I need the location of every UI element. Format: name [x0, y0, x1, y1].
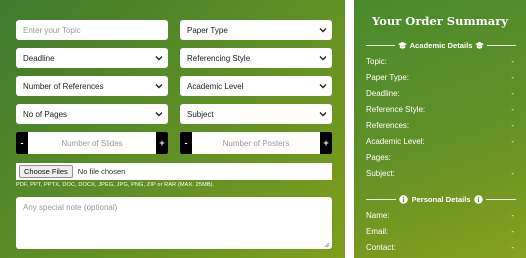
- academic-details-header: Academic Details: [366, 39, 517, 51]
- posters-input[interactable]: Number of Posters: [192, 139, 320, 148]
- chevron-down-icon: [318, 53, 328, 63]
- summary-value: -: [511, 73, 514, 82]
- posters-plus-button[interactable]: +: [320, 132, 332, 154]
- summary-label: Topic:: [366, 57, 387, 66]
- number-of-references-value: Number of References: [23, 81, 104, 91]
- summary-value: -: [511, 121, 514, 130]
- summary-row-pages: Pages:: [366, 153, 514, 162]
- summary-title: Your Order Summary: [372, 14, 508, 28]
- summary-row-references: References: -: [366, 121, 514, 130]
- summary-label: Deadline:: [366, 89, 400, 98]
- info-icon: [473, 194, 483, 204]
- subject-select[interactable]: Subject: [180, 104, 332, 124]
- summary-row-paper-type: Paper Type: -: [366, 73, 514, 82]
- summary-value: -: [511, 57, 514, 66]
- no-of-pages-select[interactable]: No of Pages: [16, 104, 168, 124]
- special-note-textarea[interactable]: Any special note (optional): [16, 197, 332, 249]
- summary-row-name: Name: -: [366, 211, 514, 220]
- divider: [487, 44, 517, 46]
- subject-value: Subject: [187, 109, 214, 119]
- summary-row-reference-style: Reference Style: -: [366, 105, 514, 114]
- referencing-style-select[interactable]: Referencing Style: [180, 48, 332, 68]
- posters-stepper[interactable]: - Number of Posters +: [180, 132, 332, 154]
- referencing-style-value: Referencing Style: [187, 53, 251, 63]
- order-form-panel: Enter your Topic Paper Type Deadline Ref…: [0, 0, 345, 258]
- slides-input[interactable]: Number of Slides: [28, 139, 156, 148]
- paper-type-value: Paper Type: [187, 25, 228, 35]
- summary-row-contact: Contact: -: [366, 243, 514, 252]
- summary-label: Pages:: [366, 153, 391, 162]
- special-note-placeholder: Any special note (optional): [23, 203, 118, 212]
- summary-label: Academic Level:: [366, 137, 425, 146]
- summary-value: -: [511, 243, 514, 252]
- summary-value: -: [511, 227, 514, 236]
- divider: [485, 198, 516, 200]
- summary-value: -: [511, 137, 514, 146]
- summary-row-topic: Topic: -: [366, 57, 514, 66]
- posters-minus-button[interactable]: -: [180, 132, 192, 154]
- file-format-hint: PDF, PPT, PPTX, DOC, DOCX, JPEG, JPG, PN…: [16, 182, 215, 188]
- deadline-select[interactable]: Deadline: [16, 48, 168, 68]
- chevron-down-icon: [318, 81, 328, 91]
- slides-stepper[interactable]: - Number of Slides +: [16, 132, 168, 154]
- chevron-down-icon: [154, 81, 164, 91]
- chevron-down-icon: [154, 109, 164, 119]
- no-of-pages-value: No of Pages: [23, 109, 68, 119]
- chevron-down-icon: [154, 53, 164, 63]
- number-of-references-select[interactable]: Number of References: [16, 76, 168, 96]
- summary-row-deadline: Deadline: -: [366, 89, 514, 98]
- divider: [366, 198, 397, 200]
- deadline-value: Deadline: [23, 53, 55, 63]
- file-status: No file chosen: [77, 167, 126, 176]
- academic-level-value: Academic Level: [187, 81, 244, 91]
- summary-value: -: [511, 105, 514, 114]
- paper-type-select[interactable]: Paper Type: [180, 20, 332, 40]
- file-upload[interactable]: Choose Files No file chosen: [16, 163, 332, 180]
- graduation-cap-icon: [397, 41, 407, 50]
- summary-row-email: Email: -: [366, 227, 514, 236]
- summary-value: -: [511, 211, 514, 220]
- academic-details-label: Academic Details: [409, 40, 473, 50]
- summary-value: -: [511, 89, 514, 98]
- topic-input[interactable]: Enter your Topic: [16, 20, 168, 40]
- academic-level-select[interactable]: Academic Level: [180, 76, 332, 96]
- choose-files-button[interactable]: Choose Files: [19, 165, 73, 178]
- order-summary-panel: Your Order Summary Academic Details Topi…: [354, 0, 526, 258]
- summary-label: Paper Type:: [366, 73, 409, 82]
- slides-minus-button[interactable]: -: [16, 132, 28, 154]
- personal-details-header: Personal Details: [366, 193, 516, 205]
- summary-label: Reference Style:: [366, 105, 426, 114]
- topic-input-placeholder: Enter your Topic: [23, 25, 81, 35]
- summary-label: Contact:: [366, 243, 396, 252]
- summary-label: References:: [366, 121, 410, 130]
- divider: [366, 44, 395, 46]
- slides-plus-button[interactable]: +: [156, 132, 168, 154]
- summary-label: Email:: [366, 227, 389, 236]
- summary-row-academic-level: Academic Level: -: [366, 137, 514, 146]
- chevron-down-icon: [318, 109, 328, 119]
- summary-value: -: [511, 169, 514, 178]
- graduation-cap-icon: [475, 41, 485, 50]
- summary-row-subject: Subject: -: [366, 169, 514, 178]
- summary-label: Name:: [366, 211, 390, 220]
- info-icon: [399, 194, 409, 204]
- resize-grip-icon[interactable]: [324, 241, 330, 248]
- personal-details-label: Personal Details: [411, 194, 471, 204]
- summary-label: Subject:: [366, 169, 395, 178]
- chevron-down-icon: [318, 25, 328, 35]
